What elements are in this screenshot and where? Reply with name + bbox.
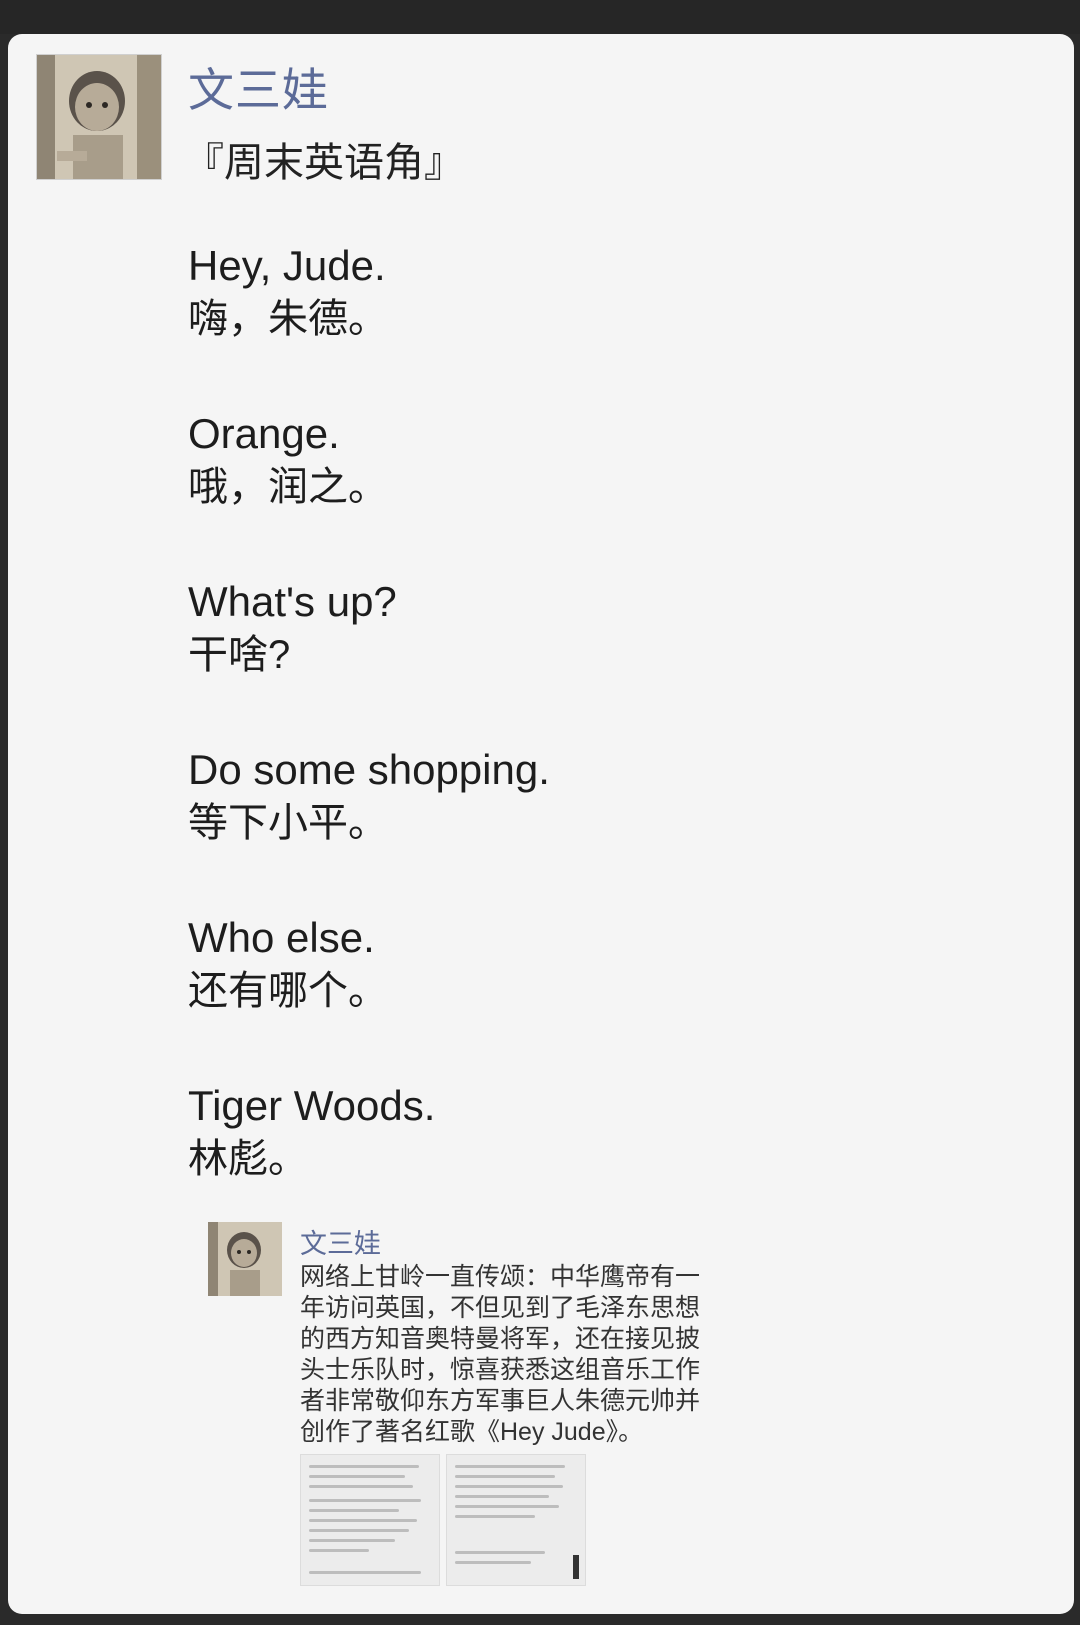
chinese-line: 干啥? <box>188 633 291 677</box>
dialogue-list: Hey, Jude. 嗨，朱德。 Orange. 哦，润之。 What's up… <box>188 239 888 1247</box>
avatar[interactable] <box>36 54 162 180</box>
screenshot-thumbnail[interactable] <box>300 1454 440 1586</box>
dialogue-pair: Orange. 哦，润之。 <box>188 407 888 575</box>
author-name[interactable]: 文三娃 <box>188 54 329 120</box>
top-bar <box>0 0 1080 34</box>
dialogue-pair: Hey, Jude. 嗨，朱德。 <box>188 239 888 407</box>
repost-author-name[interactable]: 文三娃 <box>300 1222 381 1261</box>
post-headline: 『周末英语角』 <box>184 141 464 185</box>
english-line: Do some shopping. <box>188 746 550 793</box>
post-card: 文三娃 『周末英语角』 Hey, Jude. 嗨，朱德。 Orange. 哦，润… <box>8 34 1074 1614</box>
chinese-line: 哦，润之。 <box>188 465 388 509</box>
chinese-line: 嗨，朱德。 <box>188 297 388 341</box>
dialogue-pair: What's up? 干啥? <box>188 575 888 743</box>
english-line: Tiger Woods. <box>188 1082 436 1129</box>
chinese-line: 还有哪个。 <box>188 969 388 1013</box>
repost-text: 网络上甘岭一直传颂：中华鹰帝有一年访问英国，不但见到了毛泽东思想的西方知音奥特曼… <box>300 1263 701 1446</box>
english-line: Orange. <box>188 410 340 457</box>
dialogue-pair: Do some shopping. 等下小平。 <box>188 743 888 911</box>
screenshot-thumbnail[interactable] <box>446 1454 586 1586</box>
chinese-line: 等下小平。 <box>188 801 388 845</box>
dialogue-pair: Who else. 还有哪个。 <box>188 911 888 1079</box>
english-line: What's up? <box>188 578 397 625</box>
baby-photo-icon <box>37 55 161 179</box>
repost-avatar[interactable] <box>208 1222 282 1296</box>
chinese-line: 林彪。 <box>188 1137 308 1181</box>
baby-photo-icon <box>208 1222 282 1296</box>
english-line: Hey, Jude. <box>188 242 386 289</box>
reposted-post[interactable]: 文三娃 网络上甘岭一直传颂：中华鹰帝有一年访问英国，不但见到了毛泽东思想的西方知… <box>208 1222 728 1614</box>
repost-images <box>300 1454 590 1586</box>
english-line: Who else. <box>188 914 375 961</box>
